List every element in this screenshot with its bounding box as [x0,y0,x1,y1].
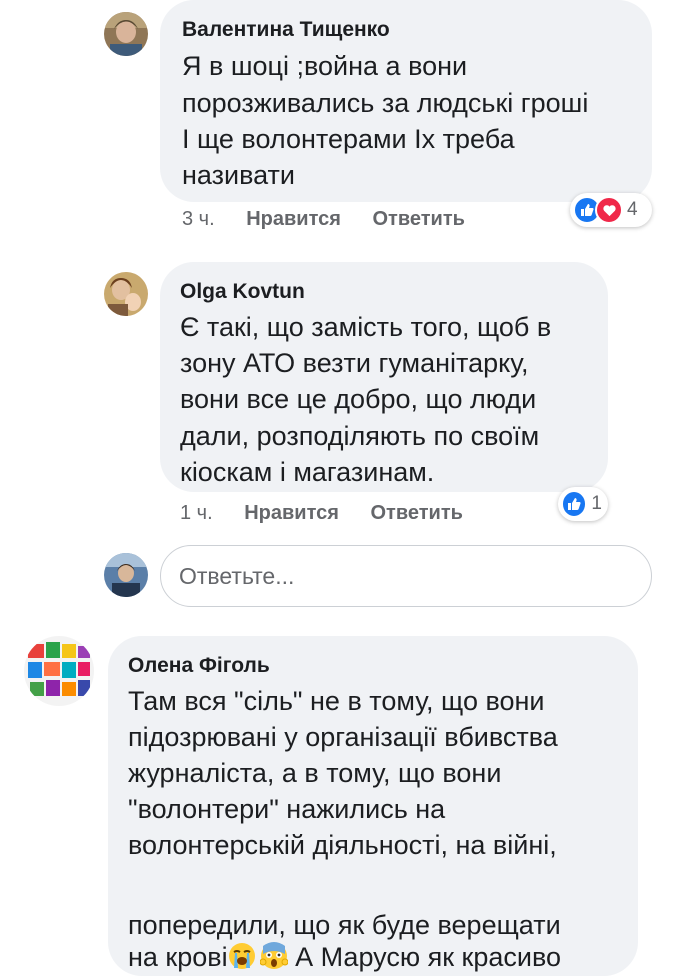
comment-timestamp[interactable]: 1 ч. [180,502,213,524]
avatar[interactable] [104,272,148,316]
like-button[interactable]: Нравится [244,502,339,524]
reaction-count: 1 [591,493,602,514]
comment-timestamp[interactable]: 3 ч. [182,208,215,230]
reply-button[interactable]: Ответить [370,502,462,524]
comment-text-line: називати [182,160,295,190]
comment-text-segment: на крові [128,942,228,972]
comment-text-line: попередили, що як буде верещати [128,910,561,940]
reply-button[interactable]: Ответить [372,208,464,230]
reaction-count: 4 [627,199,638,220]
reply-input[interactable]: Ответьте... [160,545,652,607]
comment-text-line: І ще волонтерами Іх треба [182,124,515,154]
comment-author[interactable]: Olga Kovtun [180,280,305,304]
comment-text-line: журналіста, а в тому, що вони [128,758,502,788]
reaction-summary[interactable]: 1 [558,487,608,521]
comment-text-line: порозживались за людські гроші [182,88,589,118]
comment-text-line: вони все це добро, що люди [180,384,537,414]
reaction-summary[interactable]: 4 [570,193,652,227]
like-icon [561,490,588,518]
comment-text-segment: А Марусю як красиво [287,942,562,972]
comment-text-line: "волонтери" нажились на [128,794,446,824]
comment-text-line: Я в шоці ;война а вони [182,51,468,81]
comment-text-line: Є такі, що замість того, щоб в [180,312,552,342]
love-icon [595,196,623,224]
comment-text-line: дали, розподіляють по своїм [180,421,540,451]
avatar[interactable] [104,12,148,56]
comment-text-line: кіоскам і магазинам. [180,457,435,487]
current-user-avatar[interactable] [104,553,148,597]
comment-author[interactable]: Валентина Тищенко [182,18,390,42]
comment-text-line: зону АТО везти гуманітарку, [180,348,529,378]
reply-input-placeholder: Ответьте... [179,562,295,589]
like-button[interactable]: Нравится [246,208,341,230]
comment-actions: 1 ч. Нравится Ответить [180,502,463,525]
comment-author[interactable]: Олена Фіголь [128,654,270,678]
avatar[interactable] [24,636,94,706]
comment-actions: 3 ч. Нравится Ответить [182,208,465,231]
comment-text-line: Там вся "сіль" не в тому, що вони [128,686,545,716]
comment-text-line: волонтерській діяльності, на війні, [128,830,557,860]
comment-text-line: підозрювані у організації вбивства [128,722,558,752]
